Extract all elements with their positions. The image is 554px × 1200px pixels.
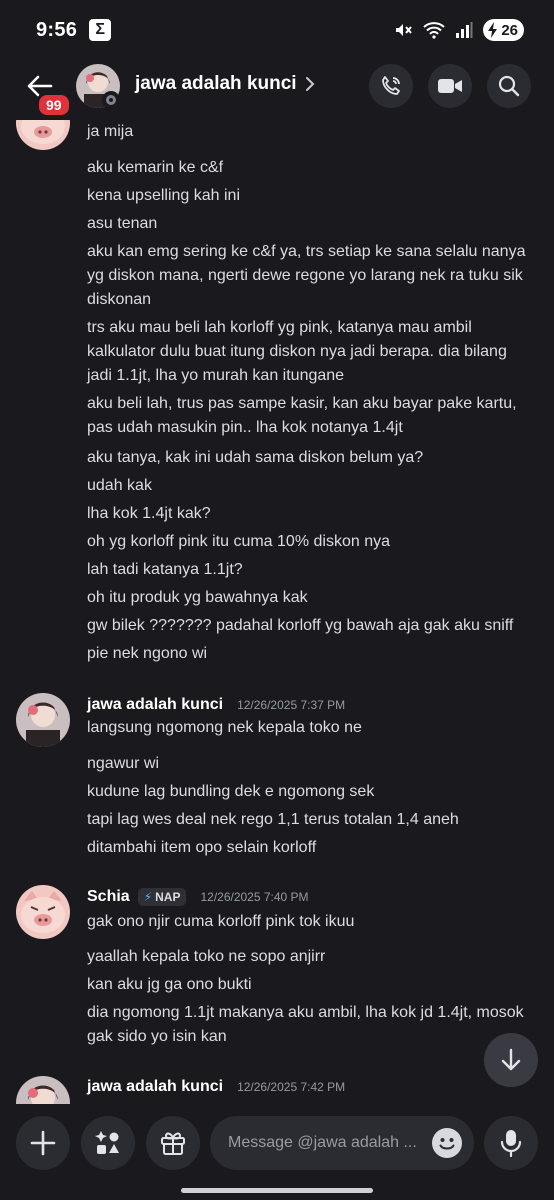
battery-level: 26: [501, 21, 518, 39]
message-author[interactable]: Schia ⚡ NAP 12/26/2025 7:40 PM: [87, 888, 309, 906]
microphone-icon: [500, 1130, 522, 1157]
message-text: langsung ngomong nek kepala toko ne: [87, 719, 362, 736]
conversation-title[interactable]: jawa adalah kunci: [135, 73, 315, 95]
add-attachment-button[interactable]: [16, 1116, 70, 1170]
author-name: jawa adalah kunci: [87, 1078, 224, 1095]
message-text: gak ono njir cuma korloff pink tok ikuu: [87, 913, 355, 930]
avatar[interactable]: [16, 885, 70, 939]
avatar[interactable]: [16, 1076, 70, 1104]
plus-icon: [30, 1130, 56, 1156]
voice-call-button[interactable]: [369, 64, 413, 108]
message-text: tapi lag wes deal nek rego 1,1 terus tot…: [87, 811, 459, 828]
message-text: asu tenan: [87, 215, 158, 232]
message-author[interactable]: jawa adalah kunci 12/26/2025 7:37 PM: [87, 696, 345, 714]
message-text: aku kemarin ke c&f: [87, 159, 224, 176]
apps-icon: [95, 1131, 119, 1154]
user-avatar-image: [16, 693, 70, 747]
pig-avatar-image: [16, 885, 70, 939]
message-text: ngawur wi: [87, 755, 160, 772]
message-text: gw bilek ??????? padahal korloff yg bawa…: [87, 617, 514, 634]
message-timestamp: 12/26/2025 7:40 PM: [200, 890, 309, 904]
signal-icon: [456, 22, 473, 38]
message-text: udah kak: [87, 477, 152, 494]
message-text: yaallah kepala toko ne sopo anjirr: [87, 948, 326, 965]
home-indicator[interactable]: [181, 1188, 373, 1193]
wifi-icon: [423, 22, 445, 39]
gift-icon: [161, 1132, 185, 1155]
message-text: ja mija: [87, 123, 134, 140]
phone-call-icon: [382, 76, 400, 95]
app-notification-icon: Σ: [89, 19, 112, 41]
avatar[interactable]: [16, 120, 70, 150]
apps-button[interactable]: [81, 1116, 135, 1170]
message-text: lah tadi katanya 1.1jt?: [87, 561, 243, 578]
status-bar: 9:56 Σ 26: [0, 0, 554, 60]
video-camera-icon: [438, 79, 462, 93]
message-text: pie nek ngono wi: [87, 645, 208, 662]
user-avatar-image: [16, 1076, 70, 1104]
message-text: aku beli lah, trus pas sampe kasir, kan …: [87, 395, 517, 436]
emoji-button[interactable]: [432, 1128, 462, 1158]
message-text: ditambahi item opo selain korloff: [87, 839, 317, 856]
gift-button[interactable]: [146, 1116, 200, 1170]
clan-tag[interactable]: ⚡ NAP: [137, 888, 187, 906]
author-name: jawa adalah kunci: [87, 696, 224, 713]
search-icon: [498, 75, 520, 97]
arrow-down-icon: [501, 1048, 521, 1071]
message-input[interactable]: Message @jawa adalah ...: [210, 1116, 474, 1170]
message-text: lha kok 1.4jt kak?: [87, 505, 211, 522]
chevron-right-icon: [305, 77, 314, 91]
message-composer: Message @jawa adalah ...: [0, 1104, 554, 1200]
author-name: Schia: [87, 888, 130, 905]
voice-message-button[interactable]: [484, 1116, 538, 1170]
video-call-button[interactable]: [428, 64, 472, 108]
conversation-name: jawa adalah kunci: [135, 73, 297, 94]
mute-icon: [396, 24, 413, 36]
message-text: kena upselling kah ini: [87, 187, 240, 204]
pig-avatar-image: [16, 120, 70, 150]
message-text: oh itu produk yg bawahnya kak: [87, 589, 308, 606]
battery-indicator: 26: [483, 19, 524, 41]
message-timestamp: 12/26/2025 7:37 PM: [237, 698, 346, 712]
offline-status-icon: [102, 91, 120, 109]
message-text: trs aku mau beli lah korloff yg pink, ka…: [87, 319, 507, 384]
emoji-icon: [433, 1129, 461, 1157]
message-text: aku kan emg sering ke c&f ya, trs setiap…: [87, 243, 526, 308]
message-list[interactable]: ja mija aku kemarin ke c&f kena upsellin…: [0, 120, 554, 1104]
message-text: kudune lag bundling dek e ngomong sek: [87, 783, 375, 800]
clan-tag-label: NAP: [155, 890, 181, 904]
status-time: 9:56: [36, 18, 78, 41]
message-text: dia ngomong 1.1jt makanya aku ambil, lha…: [87, 1004, 524, 1045]
message-text: kan aku jg ga ono bukti: [87, 976, 252, 993]
lightning-icon: ⚡: [143, 890, 153, 904]
search-button[interactable]: [487, 64, 531, 108]
jump-to-latest-button[interactable]: [484, 1033, 538, 1087]
avatar[interactable]: [16, 693, 70, 747]
unread-badge: 99: [36, 92, 72, 118]
chat-header: 99 jawa adalah kunci: [0, 60, 554, 120]
message-timestamp: 12/26/2025 7:42 PM: [237, 1080, 346, 1094]
message-input-placeholder: Message @jawa adalah ...: [228, 1134, 417, 1151]
message-author[interactable]: jawa adalah kunci 12/26/2025 7:42 PM: [87, 1078, 345, 1096]
charging-icon: [488, 22, 498, 38]
message-text: aku tanya, kak ini udah sama diskon belu…: [87, 449, 424, 466]
message-text: oh yg korloff pink itu cuma 10% diskon n…: [87, 533, 390, 550]
